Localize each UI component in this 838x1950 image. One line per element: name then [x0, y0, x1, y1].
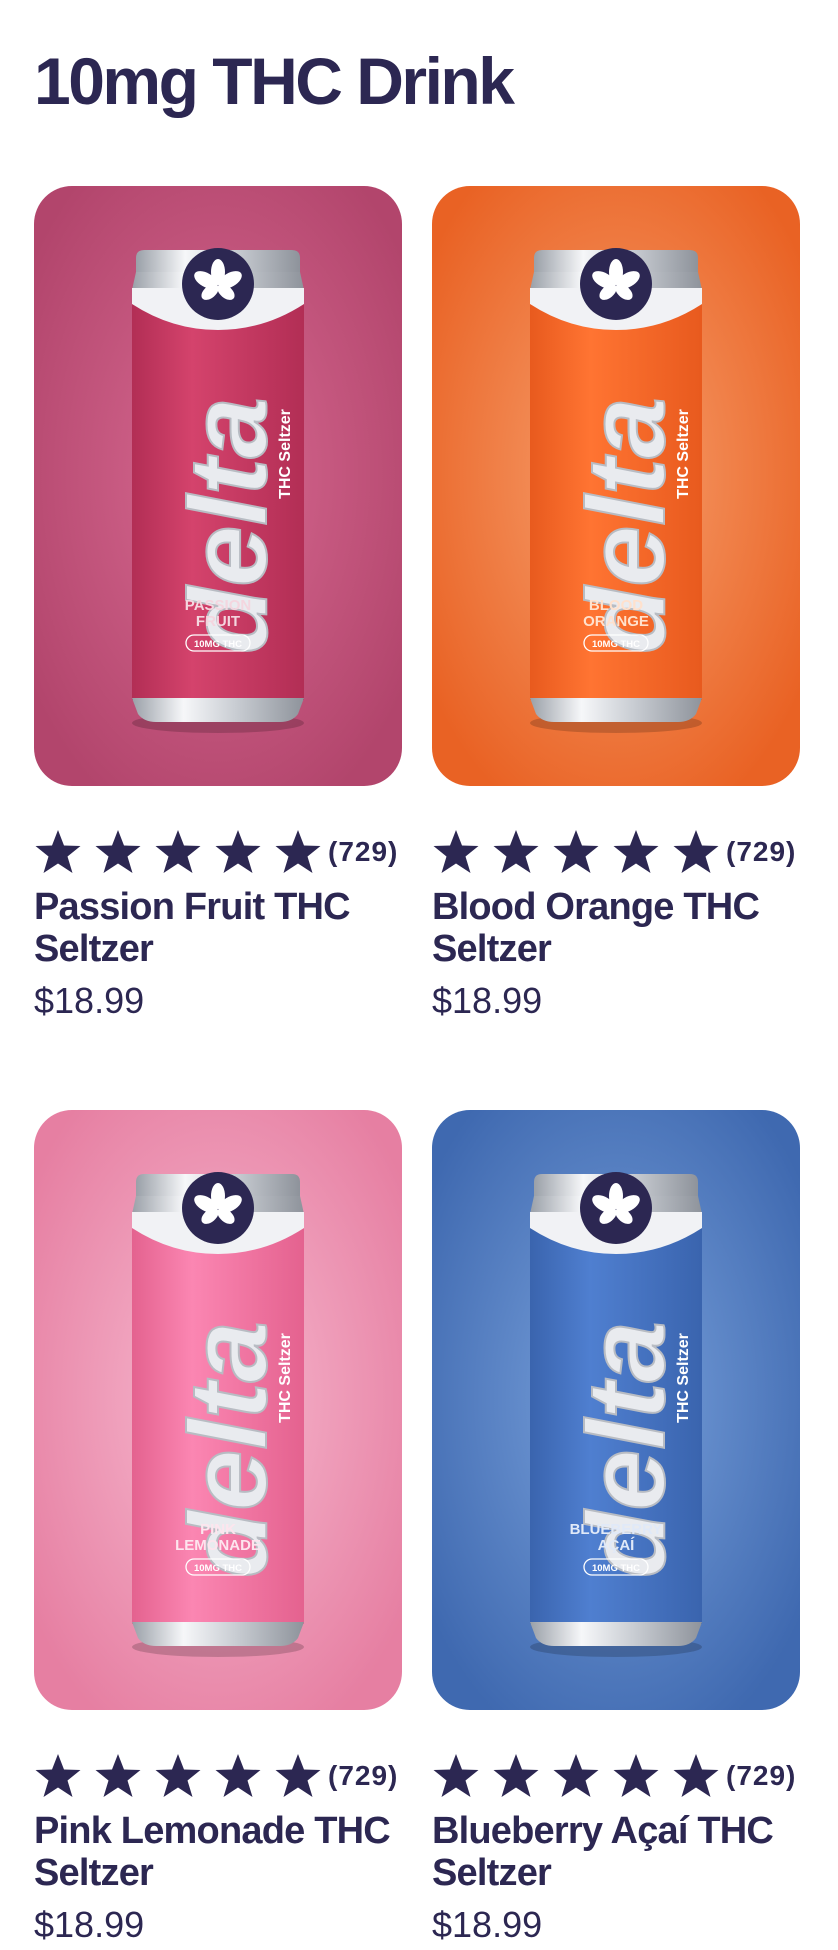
- can-tagline: THC Seltzer: [675, 409, 692, 499]
- can-flavor-line1: BLUEBERRY: [570, 1521, 663, 1538]
- rating: (729): [34, 826, 414, 878]
- can-tagline: THC Seltzer: [277, 1333, 294, 1423]
- can-flavor-line2: AÇAÍ: [598, 1537, 635, 1554]
- rating: (729): [432, 1750, 812, 1802]
- product-price: $18.99: [432, 980, 543, 1021]
- can-dose-label: 10MG THC: [194, 1563, 242, 1574]
- product-card[interactable]: delta THC Seltzer BLOOD ORANGE 10MG THC …: [432, 186, 800, 1021]
- star-icon: [214, 1752, 262, 1800]
- star-rating: [432, 826, 726, 878]
- review-count[interactable]: (729): [328, 836, 398, 868]
- star-icon: [492, 828, 540, 876]
- star-icon: [672, 1752, 720, 1800]
- product-image[interactable]: delta THC Seltzer BLOOD ORANGE 10MG THC: [432, 186, 800, 786]
- can-flavor-line2: FRUIT: [196, 613, 240, 630]
- product-card[interactable]: delta THC Seltzer PASSION FRUIT 10MG THC…: [34, 186, 402, 1021]
- product-card[interactable]: delta THC Seltzer BLUEBERRY AÇAÍ 10MG TH…: [432, 1110, 800, 1945]
- can-flavor-line1: PINK: [200, 1521, 236, 1538]
- product-image[interactable]: delta THC Seltzer BLUEBERRY AÇAÍ 10MG TH…: [432, 1110, 800, 1710]
- can-flavor-line1: BLOOD: [589, 597, 643, 614]
- star-icon: [432, 828, 480, 876]
- seltzer-can-illustration: delta THC Seltzer PINK LEMONADE 10MG THC: [34, 1110, 402, 1710]
- star-icon: [94, 828, 142, 876]
- product-price: $18.99: [34, 1904, 145, 1945]
- star-rating: [34, 826, 328, 878]
- can-dose-label: 10MG THC: [592, 639, 640, 650]
- star-icon: [492, 1752, 540, 1800]
- product-grid-page: 10mg THC Drink delta THC Seltzer PASSION…: [0, 0, 838, 1945]
- can-dose-label: 10MG THC: [194, 639, 242, 650]
- product-price: $18.99: [34, 980, 145, 1021]
- product-image[interactable]: delta THC Seltzer PINK LEMONADE 10MG THC: [34, 1110, 402, 1710]
- star-icon: [34, 828, 82, 876]
- review-count[interactable]: (729): [328, 1760, 398, 1792]
- can-flavor-line2: ORANGE: [583, 613, 649, 630]
- star-icon: [552, 828, 600, 876]
- can-dose-label: 10MG THC: [592, 1563, 640, 1574]
- can-tagline: THC Seltzer: [675, 1333, 692, 1423]
- product-price: $18.99: [432, 1904, 543, 1945]
- product-name[interactable]: Blueberry Açaí THC Seltzer: [432, 1810, 812, 1894]
- star-icon: [274, 828, 322, 876]
- star-rating: [34, 1750, 328, 1802]
- star-icon: [612, 828, 660, 876]
- can-tagline: THC Seltzer: [277, 409, 294, 499]
- star-icon: [672, 828, 720, 876]
- seltzer-can-illustration: delta THC Seltzer BLOOD ORANGE 10MG THC: [432, 186, 800, 786]
- product-name[interactable]: Blood Orange THC Seltzer: [432, 886, 812, 970]
- star-rating: [432, 1750, 726, 1802]
- review-count[interactable]: (729): [726, 836, 796, 868]
- can-flavor-line2: LEMONADE: [175, 1537, 261, 1554]
- page-title: 10mg THC Drink: [34, 44, 515, 118]
- star-icon: [214, 828, 262, 876]
- star-icon: [154, 828, 202, 876]
- product-card[interactable]: delta THC Seltzer PINK LEMONADE 10MG THC…: [34, 1110, 402, 1945]
- review-count[interactable]: (729): [726, 1760, 796, 1792]
- product-name[interactable]: Pink Lemonade THC Seltzer: [34, 1810, 414, 1894]
- product-image[interactable]: delta THC Seltzer PASSION FRUIT 10MG THC: [34, 186, 402, 786]
- can-flavor-line1: PASSION: [185, 597, 251, 614]
- star-icon: [34, 1752, 82, 1800]
- star-icon: [552, 1752, 600, 1800]
- star-icon: [274, 1752, 322, 1800]
- star-icon: [94, 1752, 142, 1800]
- product-name[interactable]: Passion Fruit THC Seltzer: [34, 886, 414, 970]
- star-icon: [154, 1752, 202, 1800]
- rating: (729): [432, 826, 812, 878]
- seltzer-can-illustration: delta THC Seltzer PASSION FRUIT 10MG THC: [34, 186, 402, 786]
- star-icon: [612, 1752, 660, 1800]
- seltzer-can-illustration: delta THC Seltzer BLUEBERRY AÇAÍ 10MG TH…: [432, 1110, 800, 1710]
- rating: (729): [34, 1750, 414, 1802]
- star-icon: [432, 1752, 480, 1800]
